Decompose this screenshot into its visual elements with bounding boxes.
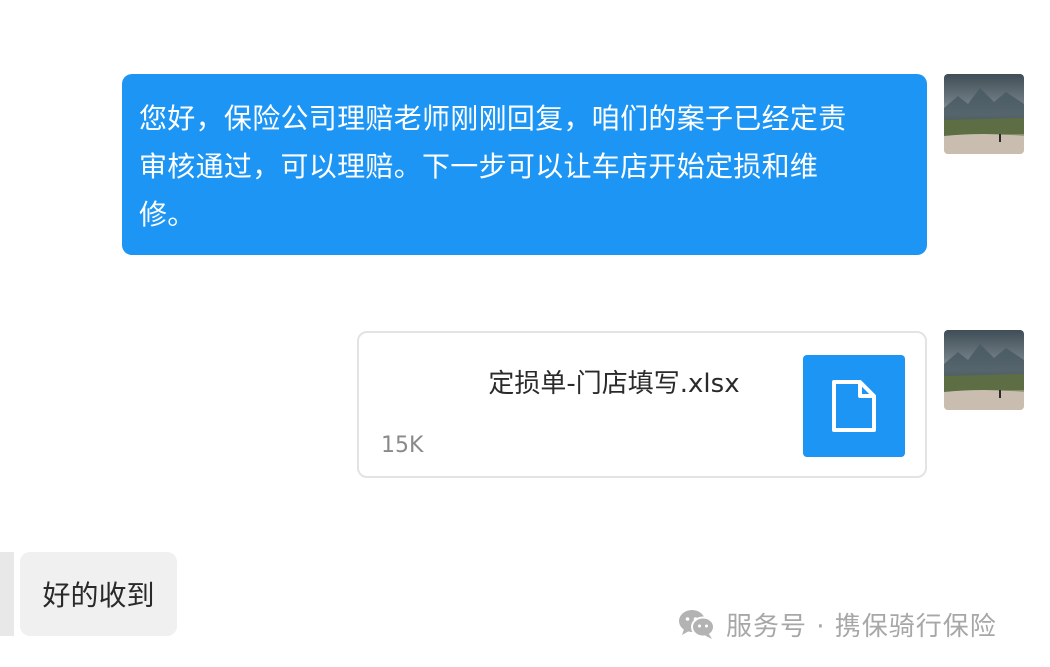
avatar[interactable] — [0, 552, 14, 636]
received-message-bubble[interactable]: 好的收到 — [20, 552, 177, 636]
watermark-text: 服务号 · 携保骑行保险 — [726, 611, 997, 642]
watermark: 服务号 · 携保骑行保险 — [678, 604, 997, 644]
avatar-photo — [944, 344, 1024, 410]
file-size: 15K — [381, 433, 424, 458]
avatar[interactable] — [944, 330, 1024, 410]
message-text: 好的收到 — [42, 579, 155, 612]
file-name: 定损单-门店填写.xlsx — [488, 369, 740, 399]
avatar-photo — [944, 88, 1024, 154]
document-icon — [803, 355, 905, 457]
message-line: 修。 — [139, 198, 196, 231]
message-line: 审核通过，可以理赔。下一步可以让车店开始定损和维 — [139, 150, 819, 183]
sent-message-bubble[interactable]: 您好，保险公司理赔老师刚刚回复，咱们的案子已经定责 审核通过，可以理赔。下一步可… — [122, 74, 927, 255]
wechat-icon — [679, 610, 715, 639]
avatar[interactable] — [944, 74, 1024, 154]
file-attachment-card[interactable]: 定损单-门店填写.xlsx 15K — [357, 331, 927, 478]
chat-window: 您好，保险公司理赔老师刚刚回复，咱们的案子已经定责 审核通过，可以理赔。下一步可… — [0, 0, 1050, 667]
message-line: 您好，保险公司理赔老师刚刚回复，咱们的案子已经定责 — [139, 102, 847, 135]
